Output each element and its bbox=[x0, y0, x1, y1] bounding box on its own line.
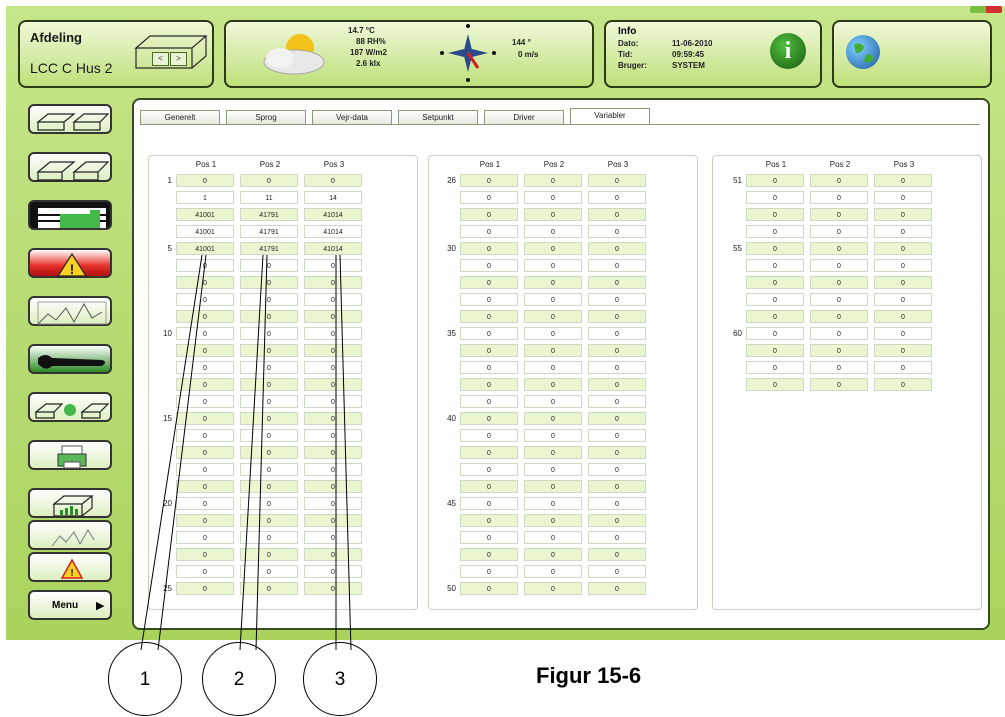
callout-3: 3 bbox=[303, 642, 377, 716]
callout-1: 1 bbox=[108, 642, 182, 716]
callout-lines bbox=[140, 254, 352, 651]
callout-2: 2 bbox=[202, 642, 276, 716]
figure-caption: Figur 15-6 bbox=[536, 663, 642, 688]
